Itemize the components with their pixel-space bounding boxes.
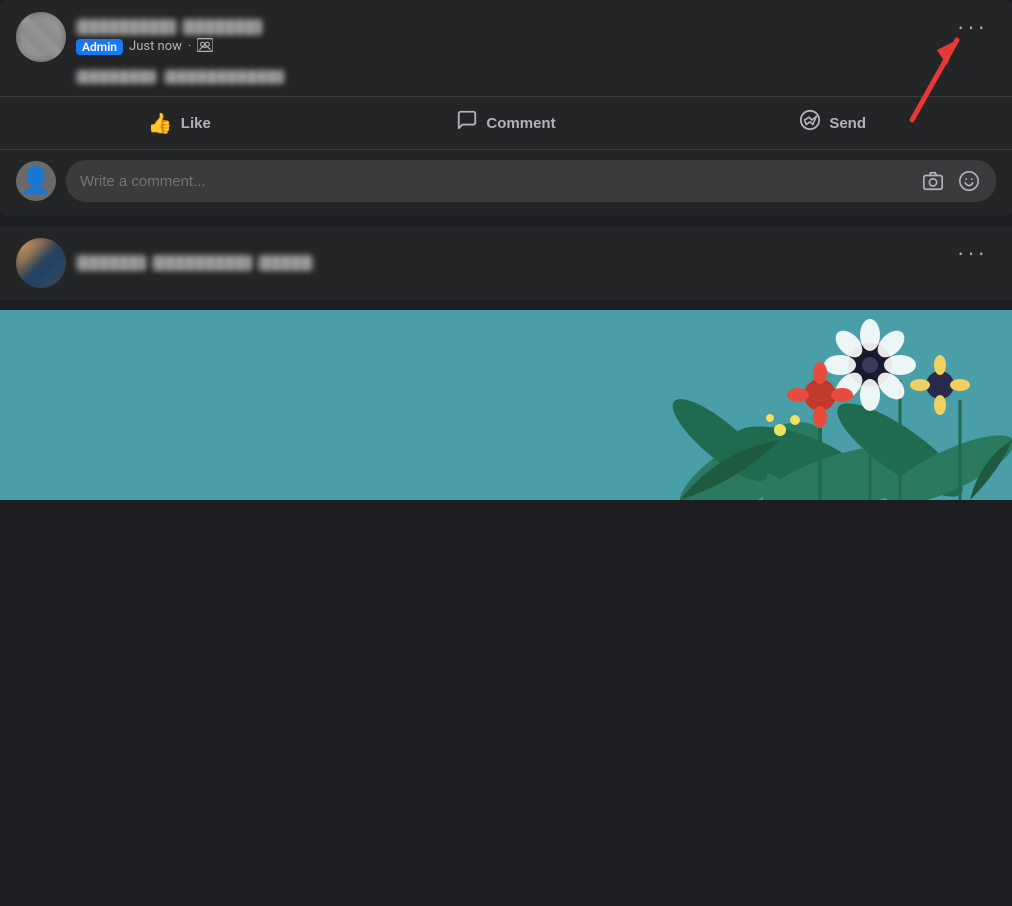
post-card-2: ··· [0, 226, 1012, 300]
content-blur-2 [164, 70, 284, 84]
send-label: Send [829, 115, 866, 132]
avatar [16, 12, 66, 62]
send-icon [799, 109, 821, 137]
post2-avatar [16, 238, 66, 288]
post2-header-left [16, 238, 313, 288]
post-header: Admin Just now · ··· [16, 12, 996, 62]
name2-blur-1 [76, 255, 146, 271]
post-content [76, 70, 996, 84]
comment-section: 👤 [16, 150, 996, 216]
name2-blur-3 [258, 255, 313, 271]
post2-name [76, 255, 313, 271]
name-blur-1 [76, 19, 176, 35]
emoji-button[interactable] [956, 168, 982, 194]
decorative-svg [0, 310, 1012, 500]
privacy-icon [197, 38, 213, 56]
post-meta: Admin Just now · [76, 19, 262, 56]
camera-button[interactable] [920, 168, 946, 194]
decorative-section [0, 310, 1012, 500]
like-label: Like [181, 115, 211, 132]
dot-separator: · [188, 39, 191, 54]
action-bar: 👍 Like Comment Send [16, 97, 996, 149]
post-time: Just now [129, 39, 182, 54]
name2-blur-2 [152, 255, 252, 271]
comment-label: Comment [486, 115, 555, 132]
comment-button[interactable]: Comment [343, 101, 670, 145]
comment-input-icons [920, 168, 982, 194]
post-sub: Admin Just now · [76, 38, 262, 56]
post2-more-options-button[interactable]: ··· [949, 238, 996, 268]
name-blur-2 [182, 19, 262, 35]
comment-icon [456, 109, 478, 137]
more-options-button[interactable]: ··· [949, 12, 996, 42]
post-card-1: Admin Just now · ··· [0, 0, 1012, 216]
post-name [76, 19, 262, 35]
admin-badge: Admin [76, 39, 123, 55]
comment-input[interactable] [80, 173, 910, 190]
like-icon: 👍 [148, 111, 173, 136]
content-blur-1 [76, 70, 156, 84]
like-button[interactable]: 👍 Like [16, 103, 343, 144]
person-icon: 👤 [20, 168, 52, 194]
post2-meta [76, 255, 313, 271]
comment-input-wrapper[interactable] [66, 160, 996, 202]
send-button[interactable]: Send [669, 101, 996, 145]
post-header-left: Admin Just now · [16, 12, 262, 62]
commenter-avatar: 👤 [16, 161, 56, 201]
post-header-2: ··· [16, 238, 996, 288]
